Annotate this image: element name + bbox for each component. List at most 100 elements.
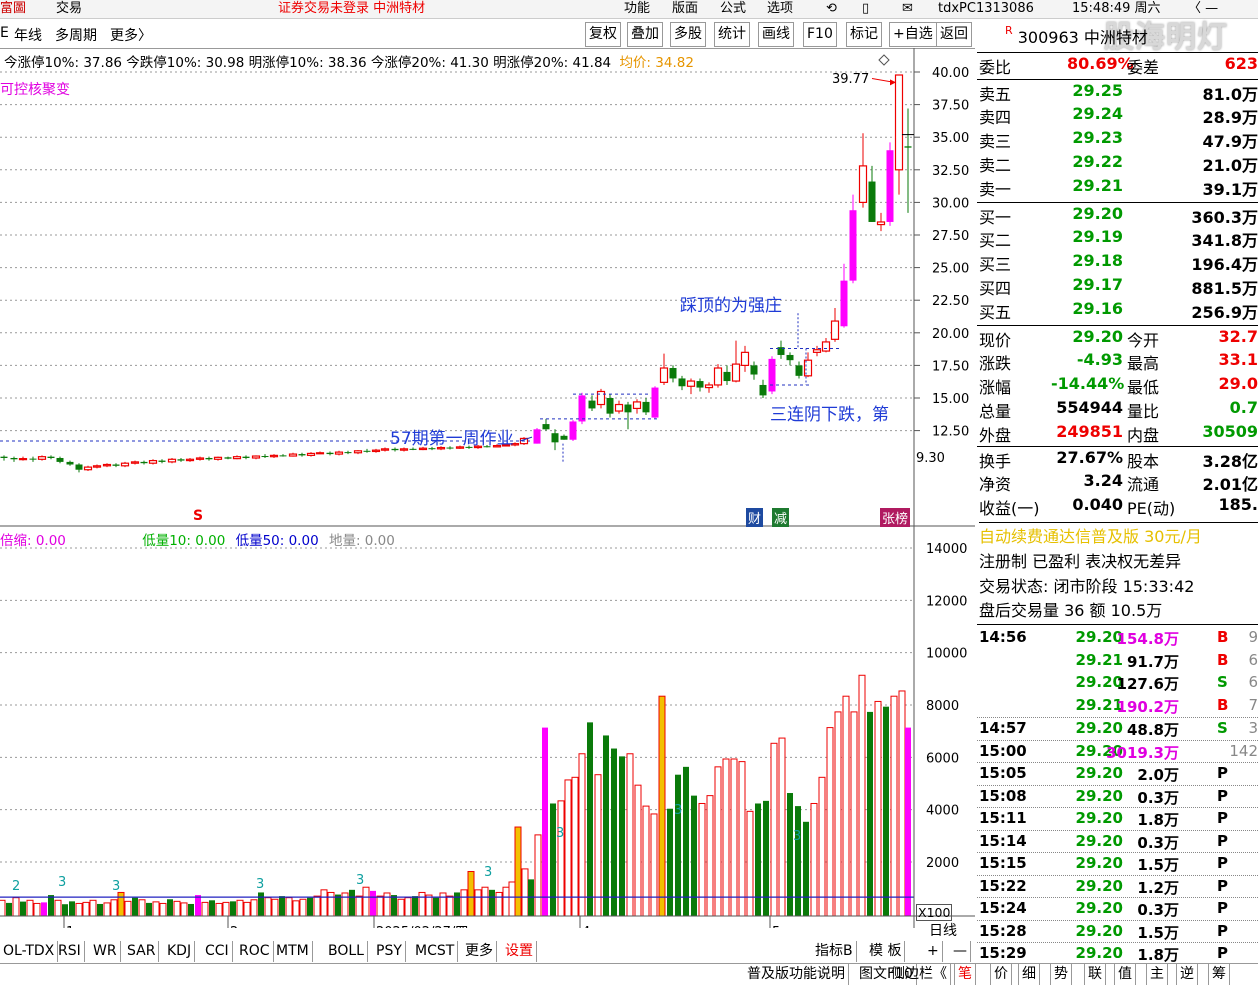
tick-row: 29.21 91.7万 B 6 xyxy=(977,650,1258,672)
indicator-tab[interactable]: OL-TDX xyxy=(0,941,59,962)
buy-label: 买二 xyxy=(979,231,1012,250)
template-tab[interactable]: 模 板 xyxy=(866,941,906,962)
template-tab[interactable]: 指标B xyxy=(812,941,857,962)
candle-body xyxy=(642,401,650,413)
volume-bar xyxy=(279,896,285,916)
more-menu[interactable]: 更多〉 xyxy=(110,25,152,45)
menu-formula[interactable]: 公式 xyxy=(720,0,746,17)
candle xyxy=(686,378,696,395)
status-item[interactable]: 价 xyxy=(990,964,1012,985)
s-marker[interactable]: S xyxy=(193,508,203,524)
indicator-tab[interactable]: CCI xyxy=(202,941,233,962)
menu-trade[interactable]: 交易 xyxy=(56,0,82,17)
limit-prices: 今涨停10%: 37.86 今跌停10%: 30.98 明涨停10%: 38.3… xyxy=(4,55,612,71)
volume-bar xyxy=(82,901,90,917)
menu-logo[interactable]: 富圖 xyxy=(0,0,26,17)
candle-body xyxy=(704,384,714,389)
indicator-tab[interactable]: RSI xyxy=(55,941,85,962)
reduce-badge[interactable]: 减 xyxy=(772,508,790,527)
status-item[interactable]: 普及版功能说明 xyxy=(744,964,849,985)
menu-layout[interactable]: 版面 xyxy=(672,0,698,17)
volume-bar xyxy=(243,901,251,917)
volume-mark-label: 3 xyxy=(112,879,120,894)
period-prev[interactable]: E xyxy=(0,25,9,41)
buy-price: 29.18 xyxy=(1072,251,1123,270)
stat-label-2: 最低 xyxy=(1127,378,1160,397)
btn-f10[interactable]: F10 xyxy=(803,22,837,47)
stat2-value: 0.040 xyxy=(1072,495,1123,514)
status-item[interactable]: 筹 xyxy=(1208,964,1230,985)
tick-row: 15:11 29.20 1.8万 P xyxy=(977,807,1258,830)
indicator-tab[interactable]: MCST xyxy=(412,941,459,962)
btn-fuquan[interactable]: 复权 xyxy=(585,22,621,47)
sell-volume: 21.0万 xyxy=(1202,156,1258,175)
candle-body xyxy=(569,421,577,440)
status-item[interactable]: 逆 xyxy=(1176,964,1198,985)
btn-stats[interactable]: 统计 xyxy=(714,22,750,47)
refresh-icon[interactable]: ⟲ xyxy=(826,0,837,17)
candle-body xyxy=(560,435,568,440)
volume-mark-label: 3 xyxy=(556,826,564,841)
zoom-in-button[interactable]: + xyxy=(924,941,943,962)
candle-body xyxy=(659,367,669,383)
indicator-tab[interactable]: 设置 xyxy=(502,941,537,962)
volume-bar xyxy=(89,899,97,917)
volume-bar xyxy=(33,902,41,917)
candle-body xyxy=(195,457,205,460)
volume-bar xyxy=(313,895,321,917)
tick-count: 3 xyxy=(1248,719,1258,737)
tick-row: 15:28 29.20 1.5万 P xyxy=(977,919,1258,943)
btn-multistock[interactable]: 多股 xyxy=(670,22,706,47)
stat-value: -14.44% xyxy=(1051,374,1125,393)
period-day[interactable]: 日线 xyxy=(926,921,960,942)
indicator-tab[interactable]: KDJ xyxy=(164,941,196,962)
btn-draw[interactable]: 画线 xyxy=(758,22,794,47)
indicator-tab[interactable]: PSY xyxy=(373,941,406,962)
status-item[interactable]: 势 xyxy=(1050,964,1072,985)
indicator-tab[interactable]: BOLL xyxy=(325,941,368,962)
candle xyxy=(363,448,371,453)
status-item[interactable]: 联 xyxy=(1084,964,1106,985)
indicator-tab[interactable]: 更多 xyxy=(462,941,497,962)
candle-body xyxy=(669,368,677,379)
zoom-out-button[interactable]: — xyxy=(950,941,971,962)
indicator-tab[interactable]: SAR xyxy=(124,941,160,962)
quote-row: 买四 29.17 881.5万 xyxy=(977,274,1258,298)
tick-list[interactable]: 14:56 29.20 154.8万 B 9 29.21 91.7万 B 6 29.20 127.6… xyxy=(977,624,1258,964)
btn-mark[interactable]: 标记 xyxy=(846,22,882,47)
status-item[interactable]: 主 xyxy=(1146,964,1168,985)
ad-banner[interactable]: 自动续费通达信普及版 30元/月 xyxy=(979,522,1258,547)
btn-back[interactable]: 返回 xyxy=(936,22,972,47)
candle-body xyxy=(261,456,269,458)
indicator-tab[interactable]: ROC xyxy=(236,941,274,962)
candle-body xyxy=(102,463,112,467)
status-item[interactable]: 笔 xyxy=(954,964,976,985)
candle xyxy=(542,418,550,431)
menu-function[interactable]: 功能 xyxy=(624,0,650,17)
btn-overlay[interactable]: 叠加 xyxy=(627,22,663,47)
multi-period[interactable]: 多周期 xyxy=(55,25,97,45)
buy-label: 买一 xyxy=(979,208,1012,227)
volume-bar xyxy=(467,871,475,917)
volume-bar xyxy=(103,902,111,917)
indicator-tab[interactable]: MTM xyxy=(273,941,313,962)
status-item[interactable]: 细 xyxy=(1018,964,1040,985)
zhangbang-badge[interactable]: 张榜 xyxy=(880,508,911,527)
candle-body xyxy=(830,320,840,340)
lock-icon[interactable]: ▯ xyxy=(862,0,869,17)
status-item[interactable]: 侧边栏《 xyxy=(888,964,951,985)
volume-bar xyxy=(138,899,146,917)
mail-icon[interactable]: ✉ xyxy=(902,0,913,17)
btn-add-fav[interactable]: +自选 xyxy=(889,22,937,47)
finance-badge[interactable]: 财 xyxy=(746,508,764,527)
volume-bar xyxy=(898,690,906,917)
kline-chart[interactable]: 2 3 3 3 3 3 3 3 3 40.00 37.50 35.00 32.50 30.00 27.50… xyxy=(0,48,975,928)
candle-body xyxy=(886,150,894,222)
period-year[interactable]: 年线 xyxy=(14,25,42,45)
menu-options[interactable]: 选项 xyxy=(767,0,793,17)
status-item[interactable]: 值 xyxy=(1114,964,1136,985)
volume-bar xyxy=(534,834,542,917)
indicator-tab[interactable]: WR xyxy=(90,941,121,962)
price-tick-label: 20.00 xyxy=(932,327,969,342)
volume-bar xyxy=(391,895,397,916)
